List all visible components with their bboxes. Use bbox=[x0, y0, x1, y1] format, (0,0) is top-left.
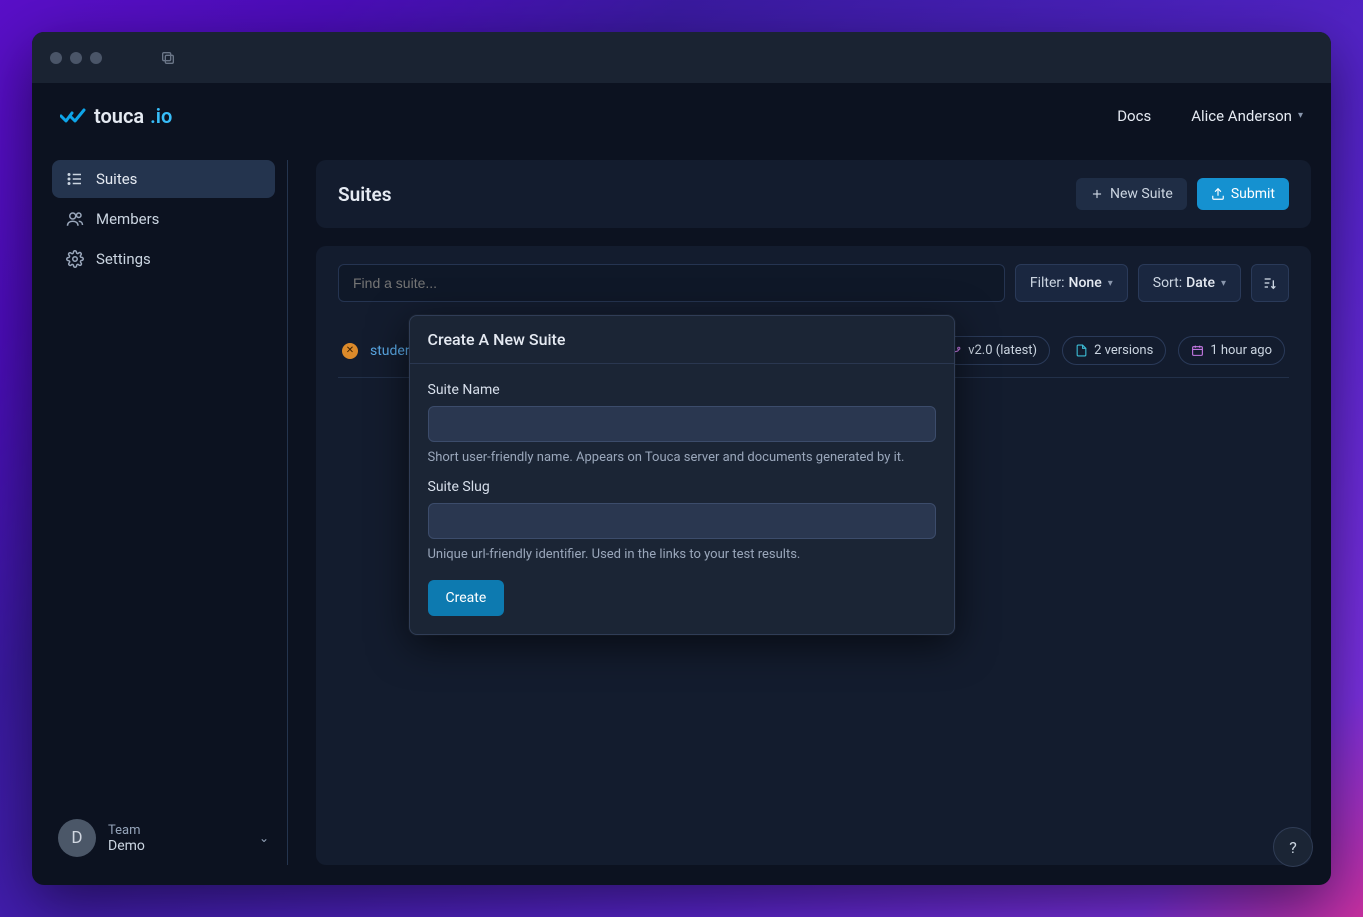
team-value: Demo bbox=[108, 838, 145, 854]
list-icon bbox=[66, 170, 84, 188]
calendar-icon bbox=[1191, 344, 1204, 357]
button-label: Create bbox=[446, 590, 487, 606]
filter-button[interactable]: Filter: None ▾ bbox=[1015, 264, 1128, 302]
chevron-down-icon: ▾ bbox=[1108, 278, 1113, 289]
sort-label: Sort: bbox=[1153, 275, 1182, 291]
create-suite-modal: Create A New Suite Suite Name Short user… bbox=[409, 315, 955, 635]
users-icon bbox=[66, 210, 84, 228]
suite-slug-hint: Unique url-friendly identifier. Used in … bbox=[428, 547, 936, 562]
sort-desc-icon bbox=[1262, 275, 1278, 291]
new-suite-button[interactable]: New Suite bbox=[1076, 178, 1187, 210]
sort-direction-button[interactable] bbox=[1251, 264, 1289, 302]
help-button[interactable]: ? bbox=[1273, 827, 1313, 867]
window-minimize-dot[interactable] bbox=[70, 52, 82, 64]
chevron-down-icon: ⌄ bbox=[259, 831, 269, 845]
team-avatar: D bbox=[58, 819, 96, 857]
logo-word2: .io bbox=[150, 104, 172, 128]
page-title: Suites bbox=[338, 183, 392, 206]
pill-label: v2.0 (latest) bbox=[968, 343, 1037, 358]
duplicate-window-icon[interactable] bbox=[160, 50, 176, 66]
nav-docs-link[interactable]: Docs bbox=[1117, 107, 1151, 125]
logo[interactable]: touca .io bbox=[60, 104, 172, 128]
gear-icon bbox=[66, 250, 84, 268]
logo-word1: touca bbox=[94, 104, 144, 128]
window-maximize-dot[interactable] bbox=[90, 52, 102, 64]
sidebar-item-label: Suites bbox=[96, 170, 137, 188]
sort-value: Date bbox=[1186, 275, 1215, 291]
sidebar-item-settings[interactable]: Settings bbox=[52, 240, 275, 278]
submit-button[interactable]: Submit bbox=[1197, 178, 1289, 210]
sidebar-item-members[interactable]: Members bbox=[52, 200, 275, 238]
time-ago-pill: 1 hour ago bbox=[1178, 336, 1285, 365]
versions-count-pill: 2 versions bbox=[1062, 336, 1166, 365]
toolbar: Filter: None ▾ Sort: Date ▾ bbox=[338, 264, 1289, 302]
sidebar-item-suites[interactable]: Suites bbox=[52, 160, 275, 198]
suite-name-label: Suite Name bbox=[428, 382, 936, 398]
plus-icon bbox=[1090, 187, 1104, 201]
suite-name-input[interactable] bbox=[428, 406, 936, 442]
app-header: touca .io Docs Alice Anderson ▾ bbox=[32, 83, 1331, 148]
sidebar-item-label: Members bbox=[96, 210, 159, 228]
create-button[interactable]: Create bbox=[428, 580, 505, 616]
pill-label: 1 hour ago bbox=[1210, 343, 1272, 358]
button-label: Submit bbox=[1231, 186, 1275, 202]
suite-name-hint: Short user-friendly name. Appears on Tou… bbox=[428, 450, 936, 465]
sidebar: Suites Members Settings D Team Demo bbox=[52, 160, 288, 865]
sidebar-item-label: Settings bbox=[96, 250, 151, 268]
team-label: Team bbox=[108, 823, 145, 838]
titlebar bbox=[32, 32, 1331, 83]
team-text: Team Demo bbox=[108, 823, 145, 854]
user-name: Alice Anderson bbox=[1191, 107, 1292, 125]
filter-value: None bbox=[1069, 275, 1102, 291]
chevron-down-icon: ▾ bbox=[1298, 110, 1303, 121]
logo-checks-icon bbox=[60, 107, 86, 125]
search-input[interactable] bbox=[338, 264, 1005, 302]
user-menu[interactable]: Alice Anderson ▾ bbox=[1191, 107, 1303, 125]
file-icon bbox=[1075, 344, 1088, 357]
modal-title: Create A New Suite bbox=[410, 316, 954, 364]
page-header-panel: Suites New Suite Submit bbox=[316, 160, 1311, 228]
pill-label: 2 versions bbox=[1094, 343, 1153, 358]
chevron-down-icon: ▾ bbox=[1221, 278, 1226, 289]
sort-button[interactable]: Sort: Date ▾ bbox=[1138, 264, 1241, 302]
window-close-dot[interactable] bbox=[50, 52, 62, 64]
status-warning-icon: ✕ bbox=[342, 343, 358, 359]
team-selector[interactable]: D Team Demo ⌄ bbox=[52, 811, 275, 865]
help-icon: ? bbox=[1289, 838, 1297, 857]
upload-icon bbox=[1211, 187, 1225, 201]
button-label: New Suite bbox=[1110, 186, 1173, 202]
suite-slug-label: Suite Slug bbox=[428, 479, 936, 495]
filter-label: Filter: bbox=[1030, 275, 1065, 291]
nav-right: Docs Alice Anderson ▾ bbox=[1117, 107, 1303, 125]
suite-slug-input[interactable] bbox=[428, 503, 936, 539]
